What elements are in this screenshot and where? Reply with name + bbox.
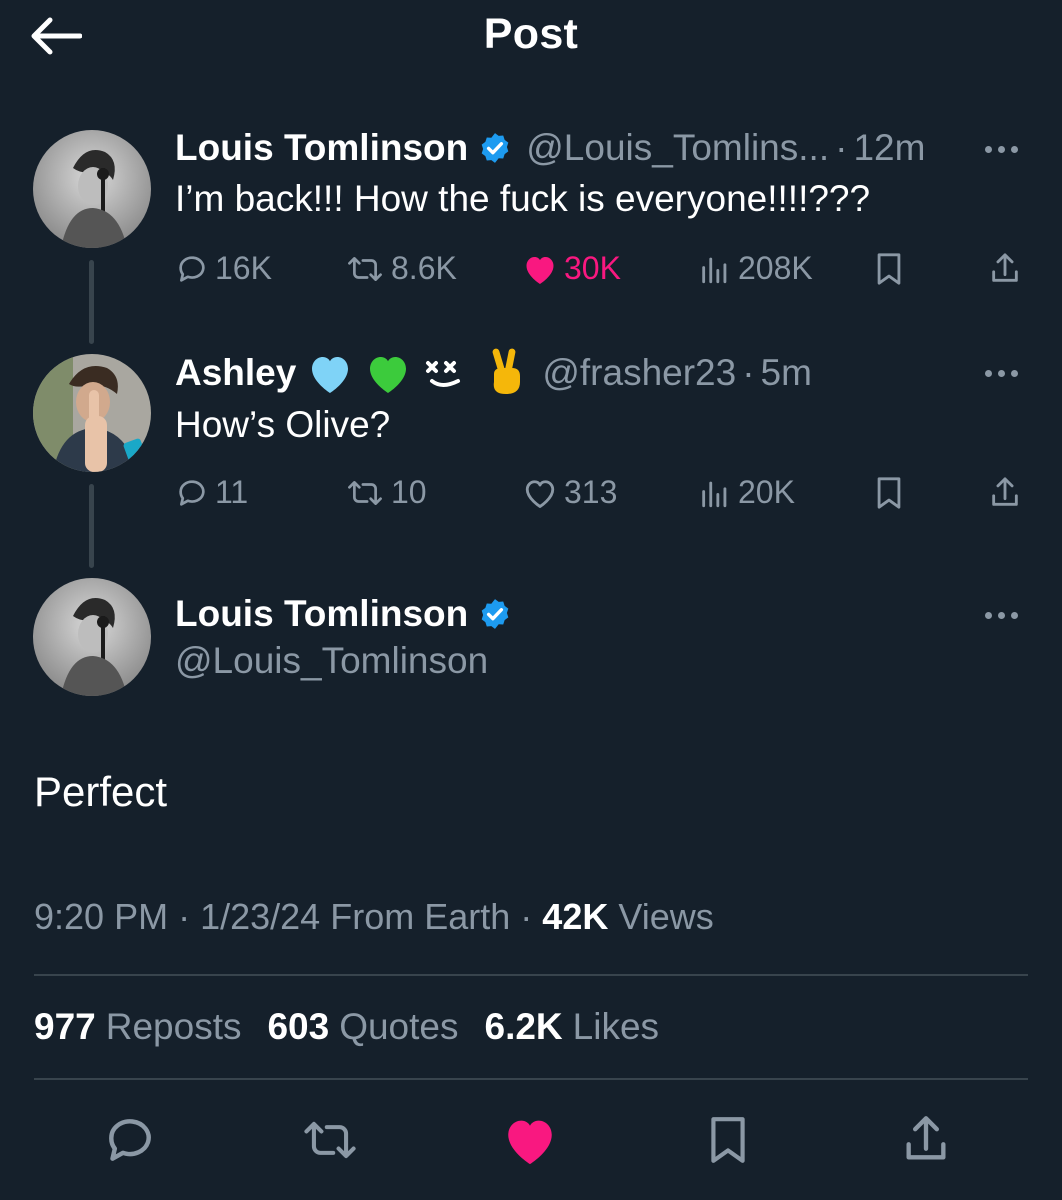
bookmark-icon (711, 1117, 745, 1163)
reply-icon (179, 479, 205, 506)
bookmark-icon (877, 253, 901, 285)
avatar[interactable] (33, 578, 151, 696)
main-post-header: Louis Tomlinson (175, 590, 512, 638)
separator-dot: · (178, 896, 201, 937)
share-icon (992, 253, 1018, 282)
reply-icon (109, 1119, 151, 1161)
share-button[interactable] (988, 250, 1022, 288)
views-count: 42K (542, 896, 609, 937)
likes-count: 6.2K (484, 1006, 563, 1047)
reply-button[interactable]: 11 (175, 474, 248, 511)
views-count: 20K (738, 474, 795, 510)
post-time[interactable]: 9:20 PM (34, 896, 168, 937)
repost-count: 10 (391, 474, 427, 510)
green-heart-icon (364, 351, 412, 395)
thread-line (89, 260, 94, 344)
repost-button[interactable]: 8.6K (345, 250, 457, 287)
heart-filled-icon (526, 256, 554, 284)
bookmark-button[interactable] (872, 250, 906, 288)
tweet-text: How’s Olive? (175, 404, 391, 445)
separator-dot: · (520, 896, 543, 937)
repost-button[interactable]: 10 (345, 474, 427, 511)
share-button[interactable] (896, 1110, 956, 1170)
bookmark-button[interactable] (698, 1110, 758, 1170)
quotes-count: 603 (267, 1006, 330, 1047)
post-meta: 9:20 PM · 1/23/24 From Earth · 42K Views (34, 896, 714, 938)
avatar[interactable] (33, 354, 151, 472)
reposts-label: Reposts (105, 1006, 242, 1047)
tweet-text: I’m back!!! How the fuck is everyone!!!!… (175, 178, 871, 219)
page-title: Post (483, 10, 579, 58)
reposts-count: 977 (34, 1006, 96, 1047)
tweet-header: Louis Tomlinson @Louis_Tomlins... · 12m (175, 124, 1025, 172)
reply-button[interactable] (100, 1110, 160, 1170)
more-options-icon[interactable] (985, 146, 1018, 153)
verified-badge-icon (478, 597, 512, 631)
separator-dot: · (835, 127, 848, 168)
views-icon (702, 257, 727, 283)
bookmark-icon (877, 477, 901, 509)
more-options-icon[interactable] (985, 370, 1018, 377)
views-button[interactable]: 208K (698, 250, 813, 287)
author-handle[interactable]: @frasher23 (542, 352, 736, 394)
share-icon (992, 477, 1018, 506)
light-blue-heart-icon (306, 351, 354, 395)
tweet-header: Ashley @frasher23 · 5m (175, 348, 975, 398)
repost-icon (348, 256, 382, 281)
share-button[interactable] (988, 474, 1022, 512)
quotes-label: Quotes (339, 1006, 459, 1047)
like-button[interactable]: 313 (522, 474, 617, 511)
divider (34, 1078, 1028, 1080)
post-date[interactable]: 1/23/24 (200, 896, 320, 937)
quotes-stat[interactable]: 603 Quotes (267, 1006, 458, 1048)
reply-count: 16K (215, 250, 272, 286)
author-name[interactable]: Louis Tomlinson (175, 593, 468, 635)
views-button[interactable]: 20K (698, 474, 795, 511)
heart-filled-icon (508, 1120, 552, 1165)
victory-hand-icon (484, 348, 528, 398)
thread-line (89, 484, 94, 568)
reply-icon (179, 255, 205, 282)
reply-count: 11 (215, 474, 249, 510)
repost-icon (348, 480, 382, 505)
heart-outline-icon (525, 479, 555, 508)
post-time[interactable]: 5m (761, 352, 812, 394)
repost-button[interactable] (300, 1110, 360, 1170)
views-count: 208K (738, 250, 813, 286)
like-button[interactable]: 30K (522, 250, 621, 287)
dizzy-face-emoji-icon (422, 351, 474, 395)
post-source: From Earth (330, 896, 511, 937)
like-button[interactable] (500, 1110, 560, 1170)
more-options-icon[interactable] (985, 612, 1018, 619)
avatar[interactable] (33, 130, 151, 248)
divider (34, 974, 1028, 976)
share-icon (906, 1116, 946, 1160)
likes-stat[interactable]: 6.2K Likes (485, 1006, 660, 1048)
views-label: Views (618, 896, 714, 937)
verified-badge-icon (478, 131, 512, 165)
repost-icon (304, 1121, 356, 1159)
engagement-stats: 977 Reposts 603 Quotes 6.2K Likes (34, 1006, 659, 1048)
bookmark-button[interactable] (872, 474, 906, 512)
separator-dot: · (742, 352, 755, 393)
reply-button[interactable]: 16K (175, 250, 272, 287)
like-count: 313 (564, 474, 618, 510)
repost-count: 8.6K (391, 250, 457, 286)
reposts-stat[interactable]: 977 Reposts (34, 1006, 241, 1048)
post-time[interactable]: 12m (853, 127, 925, 169)
author-name[interactable]: Louis Tomlinson (175, 127, 468, 169)
main-post-text: Perfect (34, 768, 168, 815)
likes-label: Likes (572, 1006, 660, 1047)
views-icon (702, 481, 727, 507)
author-name[interactable]: Ashley (175, 352, 296, 394)
author-handle[interactable]: @Louis_Tomlinson (175, 640, 488, 682)
author-handle[interactable]: @Louis_Tomlins... (526, 127, 829, 169)
like-count: 30K (564, 250, 621, 286)
